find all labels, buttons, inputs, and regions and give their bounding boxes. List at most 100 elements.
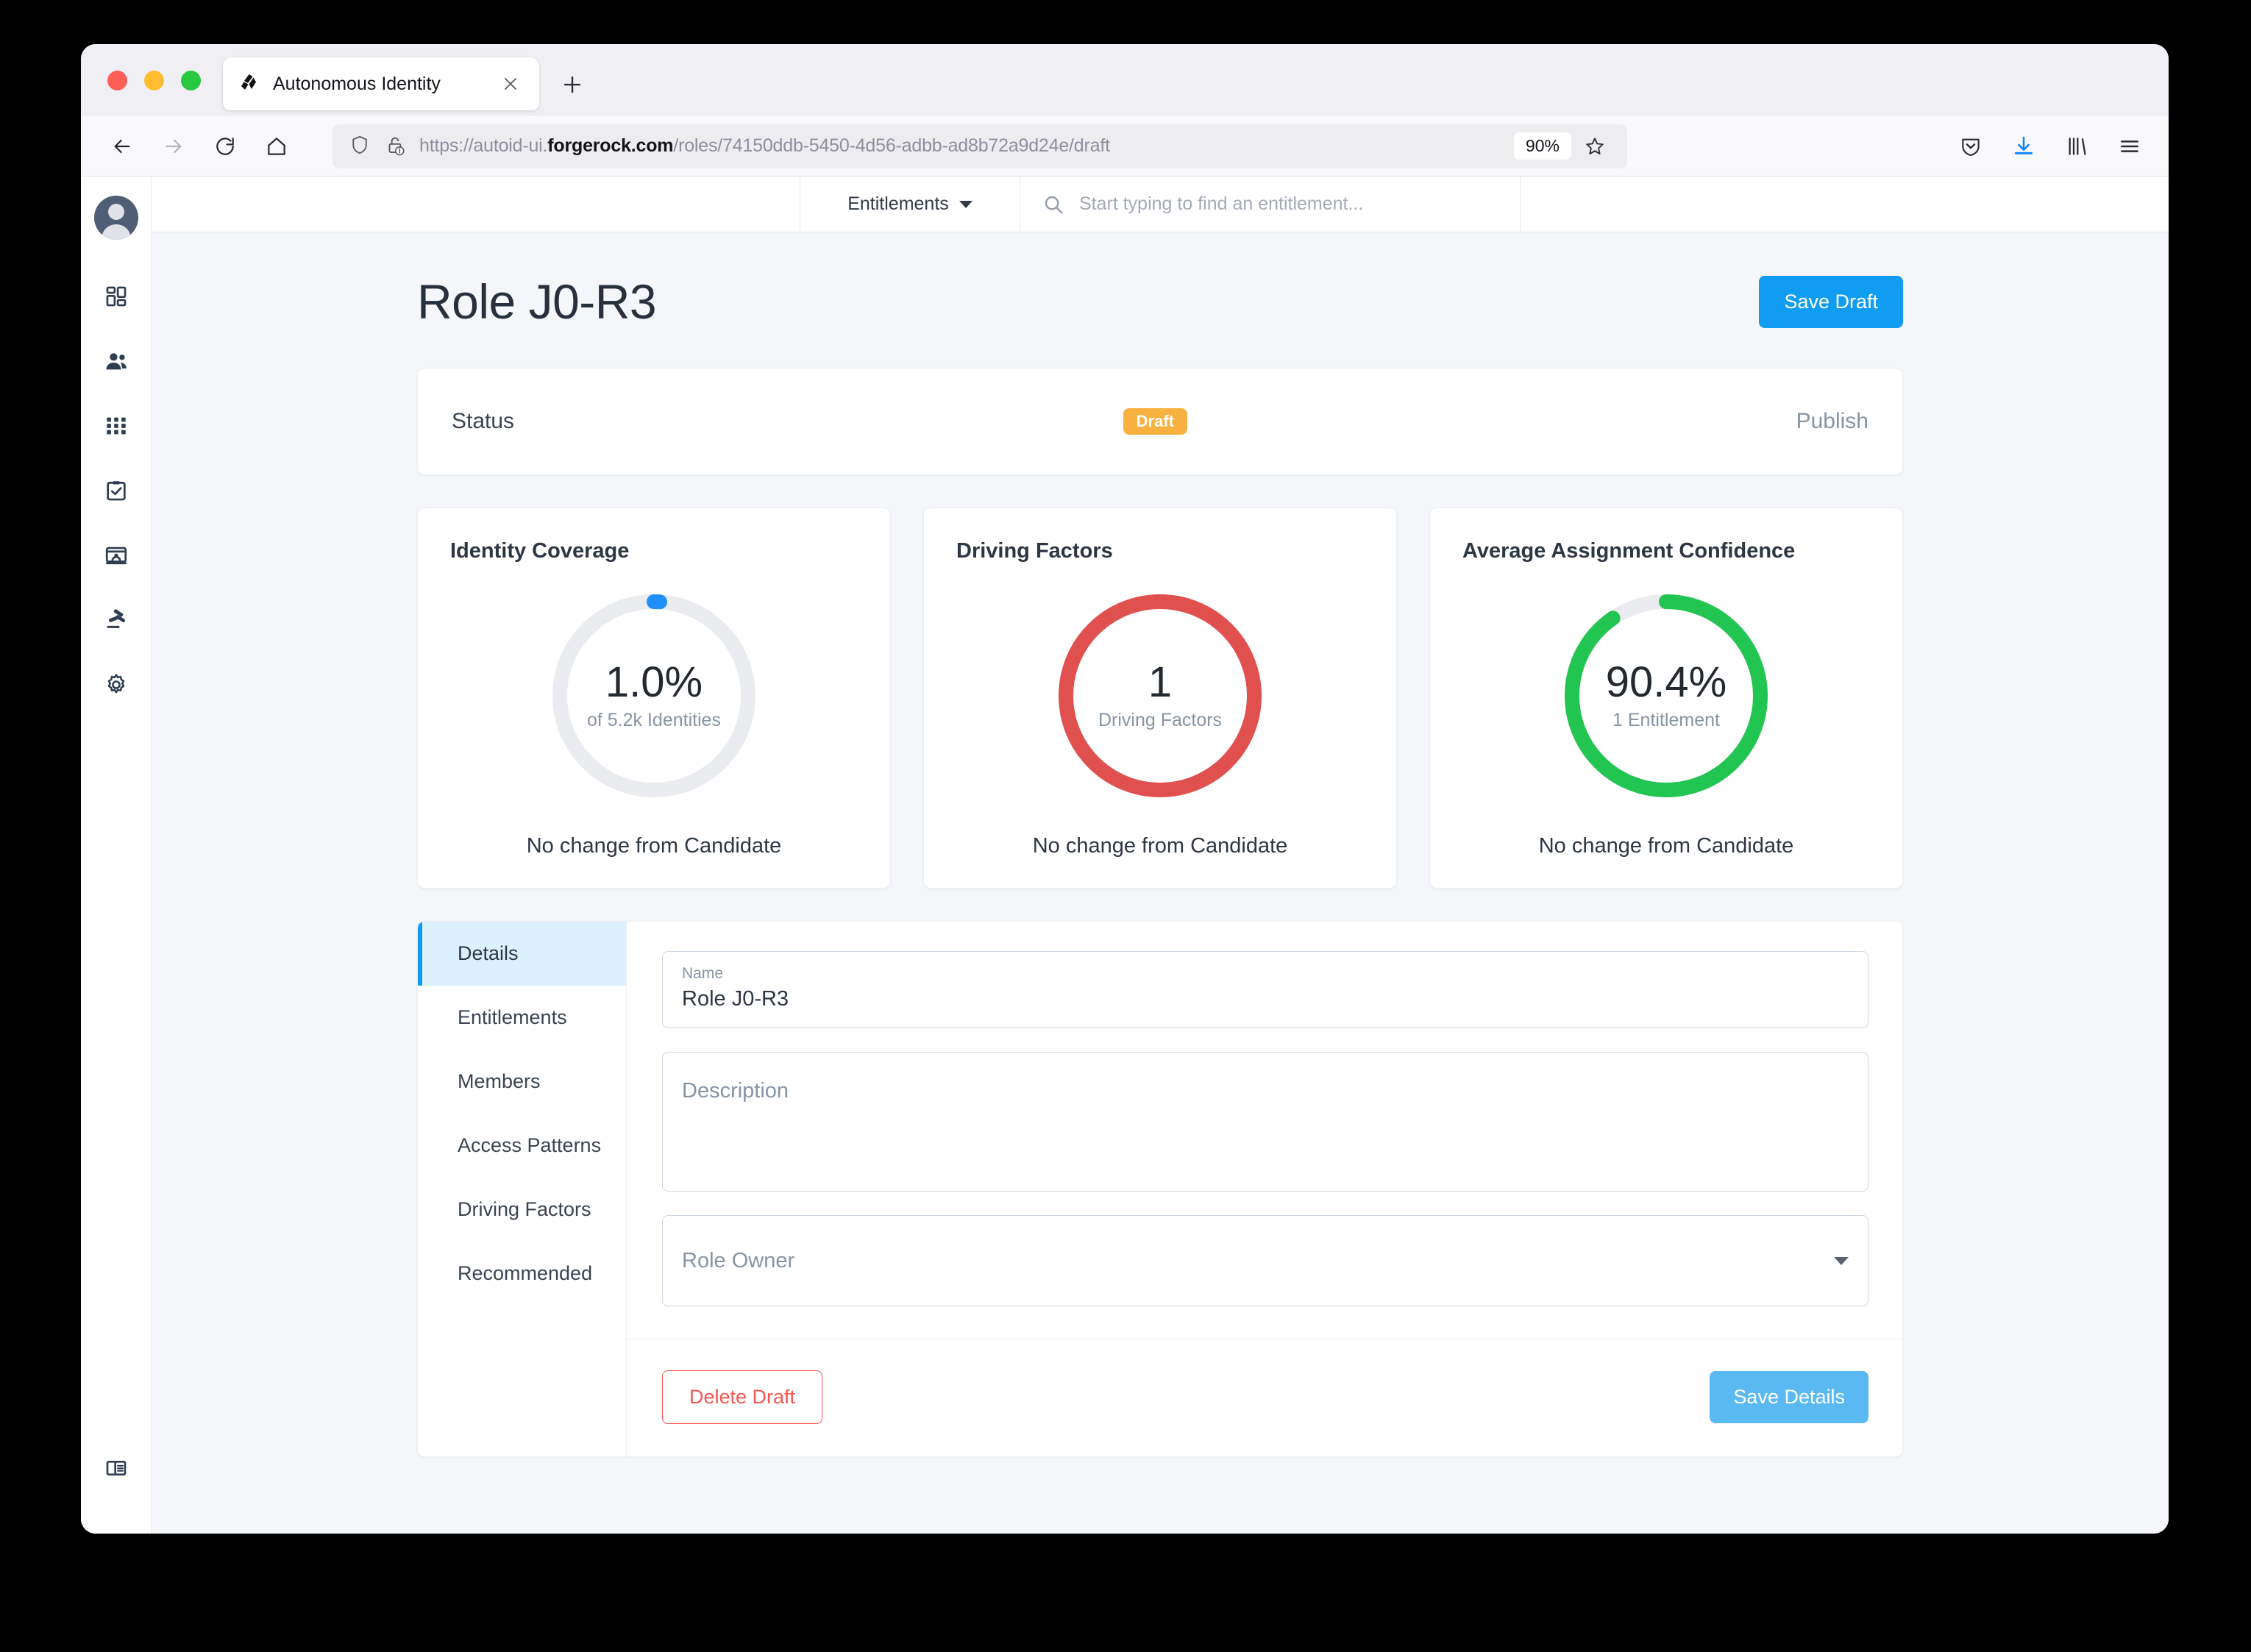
metric-card-average-assignment-confidence: Average Assignment Confidence 90.4% 1 En…	[1429, 508, 1903, 889]
entitlement-search[interactable]	[1020, 177, 1521, 232]
library-icon[interactable]	[2058, 128, 2095, 165]
tab-members[interactable]: Members	[418, 1050, 626, 1114]
browser-tab-strip: Autonomous Identity	[81, 44, 2169, 116]
metric-footer: No change from Candidate	[526, 834, 782, 858]
name-field-label: Name	[682, 965, 724, 982]
donut-gauge: 1 Driving Factors	[956, 585, 1364, 806]
bookmark-star-icon[interactable]	[1579, 130, 1611, 163]
details-form: Name Role J0-R3 Description Role Owner D…	[627, 922, 1902, 1456]
new-tab-button[interactable]	[554, 66, 591, 103]
metric-subtext: Driving Factors	[1098, 709, 1223, 730]
save-draft-button[interactable]: Save Draft	[1759, 275, 1903, 328]
search-input[interactable]	[1079, 193, 1498, 215]
tab-access-patterns[interactable]: Access Patterns	[418, 1114, 626, 1178]
avatar[interactable]	[93, 196, 138, 240]
status-card: Status Draft Publish	[417, 368, 1903, 475]
name-field-value: Role J0-R3	[682, 987, 789, 1011]
chevron-down-icon	[1834, 1256, 1849, 1265]
clipboard-check-icon	[104, 478, 129, 507]
apps-grid-icon	[104, 413, 129, 442]
sidebar-item-certifications[interactable]	[90, 466, 142, 518]
donut-gauge: 1.0% of 5.2k Identities	[450, 585, 858, 806]
tab-details[interactable]: Details	[418, 922, 626, 986]
dashboard-grid-icon	[104, 284, 129, 313]
browser-window: Autonomous Identity https://autoid-ui.fo…	[81, 44, 2169, 1534]
insecure-lock-icon[interactable]	[384, 134, 409, 159]
app-sidebar	[81, 177, 152, 1534]
tab-driving-factors[interactable]: Driving Factors	[418, 1178, 626, 1242]
page-content: Role J0-R3 Save Draft Status Draft Publi…	[152, 232, 2169, 1534]
page-title: Role J0-R3	[417, 274, 657, 329]
metric-title: Driving Factors	[956, 539, 1113, 563]
browser-toolbar: https://autoid-ui.forgerock.com/roles/74…	[81, 116, 2169, 177]
close-icon[interactable]	[498, 71, 523, 96]
people-icon	[104, 349, 129, 377]
toolbar-right-icons	[1952, 128, 2148, 165]
close-window-button[interactable]	[107, 70, 127, 90]
minimize-window-button[interactable]	[144, 70, 164, 90]
metric-footer: No change from Candidate	[1032, 834, 1288, 858]
status-badge: Draft	[1123, 408, 1187, 435]
metric-cards: Identity Coverage 1.0% of 5.2k Identitie…	[417, 508, 1903, 889]
browser-tab[interactable]: Autonomous Identity	[223, 57, 539, 110]
download-icon[interactable]	[2005, 128, 2042, 165]
role-owner-select[interactable]: Role Owner	[662, 1215, 1868, 1306]
description-field[interactable]: Description	[662, 1052, 1868, 1192]
forgerock-logo-icon	[239, 73, 261, 95]
entitlements-scope-select[interactable]: Entitlements	[800, 177, 1020, 232]
tracking-protection-shield-icon[interactable]	[349, 134, 374, 159]
maximize-window-button[interactable]	[181, 70, 201, 90]
status-badge-wrap: Draft	[514, 408, 1796, 435]
sidebar-item-rules[interactable]	[90, 596, 142, 647]
app-header: Entitlements	[152, 177, 2169, 232]
metric-value: 1	[1148, 658, 1173, 707]
pocket-save-icon[interactable]	[1952, 128, 1989, 165]
sidebar-item-settings[interactable]	[90, 661, 142, 712]
collapse-sidebar-button[interactable]	[90, 1444, 142, 1495]
metric-footer: No change from Candidate	[1538, 834, 1794, 858]
metric-subtext: 1 Entitlement	[1612, 709, 1720, 730]
donut-center: 1.0% of 5.2k Identities	[547, 589, 761, 802]
description-field-placeholder: Description	[682, 1079, 789, 1103]
sidebar-item-identities[interactable]	[90, 337, 142, 388]
status-label: Status	[452, 409, 515, 433]
chevron-down-icon	[959, 200, 972, 208]
name-field[interactable]: Name Role J0-R3	[662, 951, 1868, 1028]
sidebar-item-applications[interactable]	[90, 402, 142, 453]
address-bar[interactable]: https://autoid-ui.forgerock.com/roles/74…	[333, 124, 1627, 168]
role-owner-placeholder: Role Owner	[682, 1248, 795, 1272]
forward-arrow-icon[interactable]	[153, 126, 194, 167]
window-traffic-lights	[97, 44, 214, 116]
details-form-actions: Delete Draft Save Details	[627, 1339, 1902, 1456]
tab-title: Autonomous Identity	[273, 73, 441, 94]
tab-entitlements[interactable]: Entitlements	[418, 986, 626, 1050]
delete-draft-button[interactable]: Delete Draft	[662, 1370, 823, 1424]
metric-title: Identity Coverage	[450, 539, 630, 563]
sidebar-footer	[81, 1444, 151, 1509]
tab-recommended[interactable]: Recommended	[418, 1242, 626, 1306]
publish-button[interactable]: Publish	[1796, 409, 1868, 434]
sidebar-toggle-icon	[104, 1456, 128, 1484]
home-icon[interactable]	[256, 126, 297, 167]
donut-center: 90.4% 1 Entitlement	[1560, 589, 1773, 802]
donut-center: 1 Driving Factors	[1053, 589, 1267, 802]
reload-icon[interactable]	[205, 126, 246, 167]
metric-card-identity-coverage: Identity Coverage 1.0% of 5.2k Identitie…	[417, 508, 891, 889]
main-column: Entitlements Role J0-R3 Save Draft	[152, 177, 2169, 1534]
gear-icon	[104, 672, 129, 701]
save-details-button[interactable]: Save Details	[1710, 1371, 1868, 1423]
search-icon	[1042, 193, 1064, 216]
donut-gauge: 90.4% 1 Entitlement	[1462, 585, 1870, 806]
zoom-level-indicator[interactable]: 90%	[1513, 132, 1571, 160]
scope-select-label: Entitlements	[847, 193, 949, 214]
url-text: https://autoid-ui.forgerock.com/roles/74…	[419, 135, 1110, 156]
sidebar-item-dashboard[interactable]	[90, 272, 142, 324]
metric-subtext: of 5.2k Identities	[586, 709, 722, 730]
details-tab-list: Details Entitlements Members Access Patt…	[418, 922, 627, 1456]
back-arrow-icon[interactable]	[102, 126, 143, 167]
gavel-icon	[104, 608, 129, 636]
sidebar-item-entitlements[interactable]	[90, 531, 142, 583]
role-page: Role J0-R3 Save Draft Status Draft Publi…	[417, 274, 1903, 1457]
metric-card-driving-factors: Driving Factors 1 Driving Factors No cha…	[923, 508, 1397, 889]
hamburger-menu-icon[interactable]	[2111, 128, 2148, 165]
